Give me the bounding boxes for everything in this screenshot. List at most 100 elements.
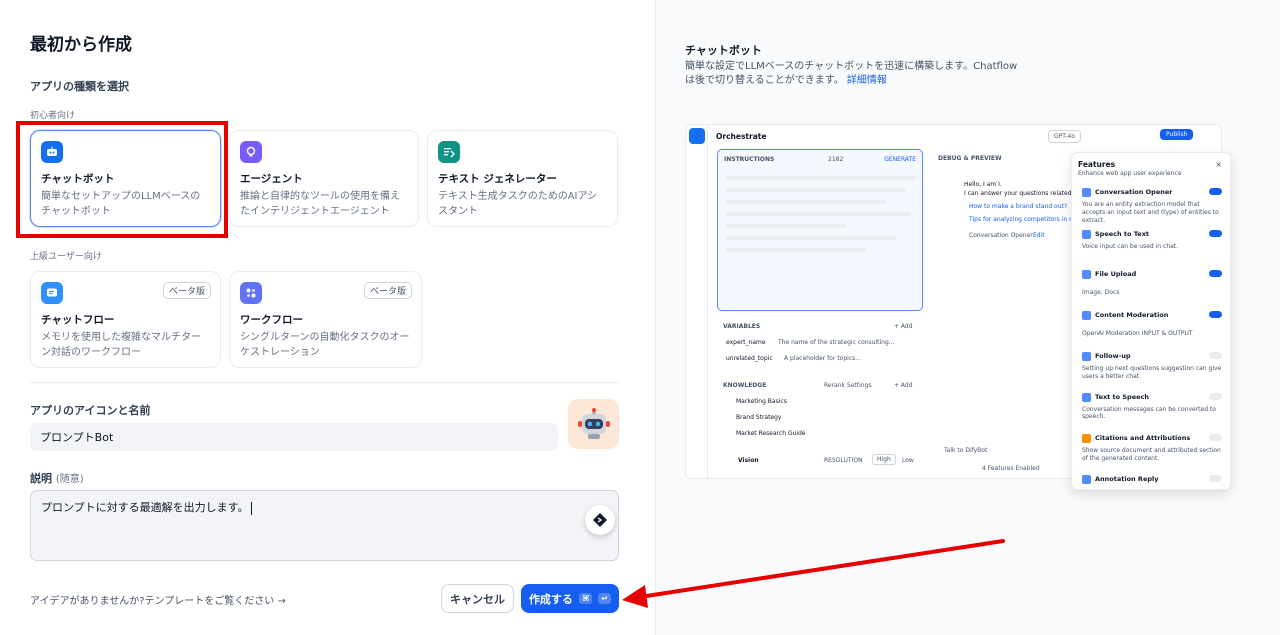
preview-instructions: INSTRUCTIONS 2182 GENERATE bbox=[717, 149, 923, 311]
description-text: プロンプトに対する最適解を出力します。 bbox=[41, 501, 249, 514]
feature-icon bbox=[1082, 230, 1091, 239]
feature-toggle bbox=[1209, 352, 1222, 359]
preview-variables: VARIABLES bbox=[723, 323, 761, 330]
card-workflow[interactable]: ベータ版 ワークフロー シングルターンの自動化タスクのオーケストレーション bbox=[229, 271, 422, 368]
app-name-input[interactable]: プロンプトBot bbox=[30, 423, 558, 451]
close-icon: × bbox=[1215, 160, 1222, 169]
feature-name: Annotation Reply bbox=[1095, 475, 1159, 483]
feature-name: Text to Speech bbox=[1095, 393, 1150, 401]
feature-toggle bbox=[1209, 434, 1222, 441]
card-title: テキスト ジェネレーター bbox=[438, 173, 557, 185]
feature-name: Speech to Text bbox=[1095, 230, 1150, 238]
feature-item: Follow-up Setting up next questions sugg… bbox=[1082, 352, 1222, 381]
preview-add: + Add bbox=[894, 382, 913, 389]
preview-app-icon bbox=[689, 128, 705, 144]
preview-orchestrate: Orchestrate bbox=[716, 132, 767, 141]
desc-label-row: 説明 (随意) bbox=[30, 470, 84, 486]
highlight-box bbox=[16, 121, 228, 238]
features-title: Features bbox=[1078, 160, 1116, 169]
workflow-icon bbox=[240, 282, 262, 304]
preview-enabled: 4 Features Enabled bbox=[982, 465, 1040, 472]
left-panel: 最初から作成 アプリの種類を選択 初心者向け チャットボット 簡単なセットアップ… bbox=[0, 0, 655, 635]
desc-optional: (随意) bbox=[55, 474, 84, 485]
feature-toggle bbox=[1209, 311, 1222, 318]
card-desc: テキスト生成タスクのためのAIアシスタント bbox=[438, 191, 598, 217]
feature-toggle bbox=[1209, 475, 1222, 482]
feature-desc: Voice input can be used in chat. bbox=[1082, 243, 1179, 250]
text-generator-icon bbox=[438, 141, 460, 163]
preview-talk: Talk to DifyBot bbox=[944, 447, 988, 454]
beta-badge: ベータ版 bbox=[363, 282, 412, 299]
chatflow-icon bbox=[41, 282, 63, 304]
preview-k3: Market Research Guide bbox=[736, 430, 806, 437]
feature-desc: Setting up next questions suggestion can… bbox=[1082, 365, 1222, 380]
feature-toggle bbox=[1209, 230, 1222, 237]
preview-var2: unrelated_topic bbox=[726, 355, 773, 362]
create-button[interactable]: 作成する ⌘ ↵ bbox=[521, 584, 619, 613]
beginner-label: 初心者向け bbox=[30, 111, 76, 121]
preview-knowledge: KNOWLEDGE bbox=[723, 382, 767, 389]
preview-rerank: Rerank Settings bbox=[824, 382, 872, 389]
feature-item: Conversation Opener You are an entity ex… bbox=[1082, 188, 1222, 225]
template-link[interactable]: アイデアがありませんか?テンプレートをご覧ください → bbox=[30, 592, 286, 607]
preview-var1: expert_name bbox=[726, 339, 766, 346]
create-app-dialog: 最初から作成 アプリの種類を選択 初心者向け チャットボット 簡単なセットアップ… bbox=[0, 0, 1280, 635]
cancel-button[interactable]: キャンセル bbox=[441, 584, 514, 613]
card-chatflow[interactable]: ベータ版 チャットフロー メモリを使用した複雑なマルチターン対話のワークフロー bbox=[30, 271, 221, 368]
preview-q1: How to make a brand stand out? bbox=[969, 203, 1068, 210]
advanced-label: 上級ユーザー向け bbox=[30, 252, 102, 262]
feature-item: Content Moderation OpenAI Moderation INP… bbox=[1082, 311, 1222, 337]
desc-label: 説明 bbox=[30, 472, 52, 485]
enter-key: ↵ bbox=[598, 593, 612, 604]
preview-count: 2182 bbox=[828, 156, 844, 163]
placeholder-line bbox=[726, 200, 886, 204]
placeholder-line bbox=[726, 236, 896, 240]
description-textarea[interactable]: プロンプトに対する最適解を出力します。 bbox=[30, 490, 619, 561]
feature-icon bbox=[1082, 270, 1091, 279]
preview-debug: DEBUG & PREVIEW bbox=[938, 155, 1002, 162]
features-subtitle: Enhance web app user experience bbox=[1078, 170, 1182, 177]
feature-toggle bbox=[1209, 270, 1222, 277]
preview-hello: Hello, I am I. bbox=[964, 181, 1002, 188]
feature-item: Text to Speech Conversation messages can… bbox=[1082, 393, 1222, 420]
feature-name: Conversation Opener bbox=[1095, 188, 1173, 196]
learn-more-link[interactable]: 詳細情報 bbox=[847, 75, 887, 86]
preview-answer: I can answer your questions related bbox=[964, 190, 1072, 197]
assistant-float-button[interactable] bbox=[585, 505, 615, 535]
feature-desc: Image, Docs bbox=[1082, 289, 1120, 296]
preview-vision: Vision bbox=[738, 457, 759, 464]
preview-title: チャットボット bbox=[685, 44, 762, 57]
feature-icon bbox=[1082, 188, 1091, 197]
beta-badge: ベータ版 bbox=[162, 282, 211, 299]
card-desc: 推論と自律的なツールの使用を備えたインテリジェントエージェント bbox=[240, 191, 400, 217]
feature-item: File Upload Image, Docs bbox=[1082, 270, 1222, 296]
name-label: アプリのアイコンと名前 bbox=[30, 404, 151, 417]
preview-low: Low bbox=[902, 457, 914, 464]
preview-k2: Brand Strategy bbox=[736, 414, 782, 421]
feature-item: Citations and Attributions Show source d… bbox=[1082, 434, 1222, 463]
app-type-label: アプリの種類を選択 bbox=[30, 80, 129, 93]
feature-item: Speech to Text Voice input can be used i… bbox=[1082, 230, 1222, 250]
feature-desc: You are an entity extraction model that … bbox=[1082, 201, 1219, 224]
text-caret bbox=[250, 501, 252, 515]
divider bbox=[30, 382, 619, 383]
feature-icon bbox=[1082, 475, 1091, 484]
feature-name: File Upload bbox=[1095, 270, 1137, 278]
feature-icon bbox=[1082, 352, 1091, 361]
feature-toggle bbox=[1209, 393, 1222, 400]
preview-desc: 簡単な設定でLLMベースのチャットボットを迅速に構築します。Chatflowは後… bbox=[685, 60, 1025, 88]
preview-generate: GENERATE bbox=[884, 156, 916, 163]
preview-edit: Edit bbox=[1033, 232, 1045, 239]
features-panel: Features Enhance web app user experience… bbox=[1071, 152, 1231, 490]
app-icon-picker[interactable] bbox=[568, 399, 619, 449]
feature-desc: OpenAI Moderation INPUT & OUTPUT bbox=[1082, 330, 1193, 337]
feature-icon bbox=[1082, 311, 1091, 320]
page-title: 最初から作成 bbox=[30, 35, 132, 55]
feature-name: Content Moderation bbox=[1095, 311, 1169, 319]
create-label: 作成する bbox=[528, 592, 573, 606]
preview-high: High bbox=[872, 454, 896, 465]
card-text-generator[interactable]: テキスト ジェネレーター テキスト生成タスクのためのAIアシスタント bbox=[427, 130, 618, 227]
feature-desc: Show source document and attributed sect… bbox=[1082, 447, 1221, 462]
preview-sidebar bbox=[686, 125, 708, 478]
card-agent[interactable]: エージェント 推論と自律的なツールの使用を備えたインテリジェントエージェント bbox=[229, 130, 419, 227]
